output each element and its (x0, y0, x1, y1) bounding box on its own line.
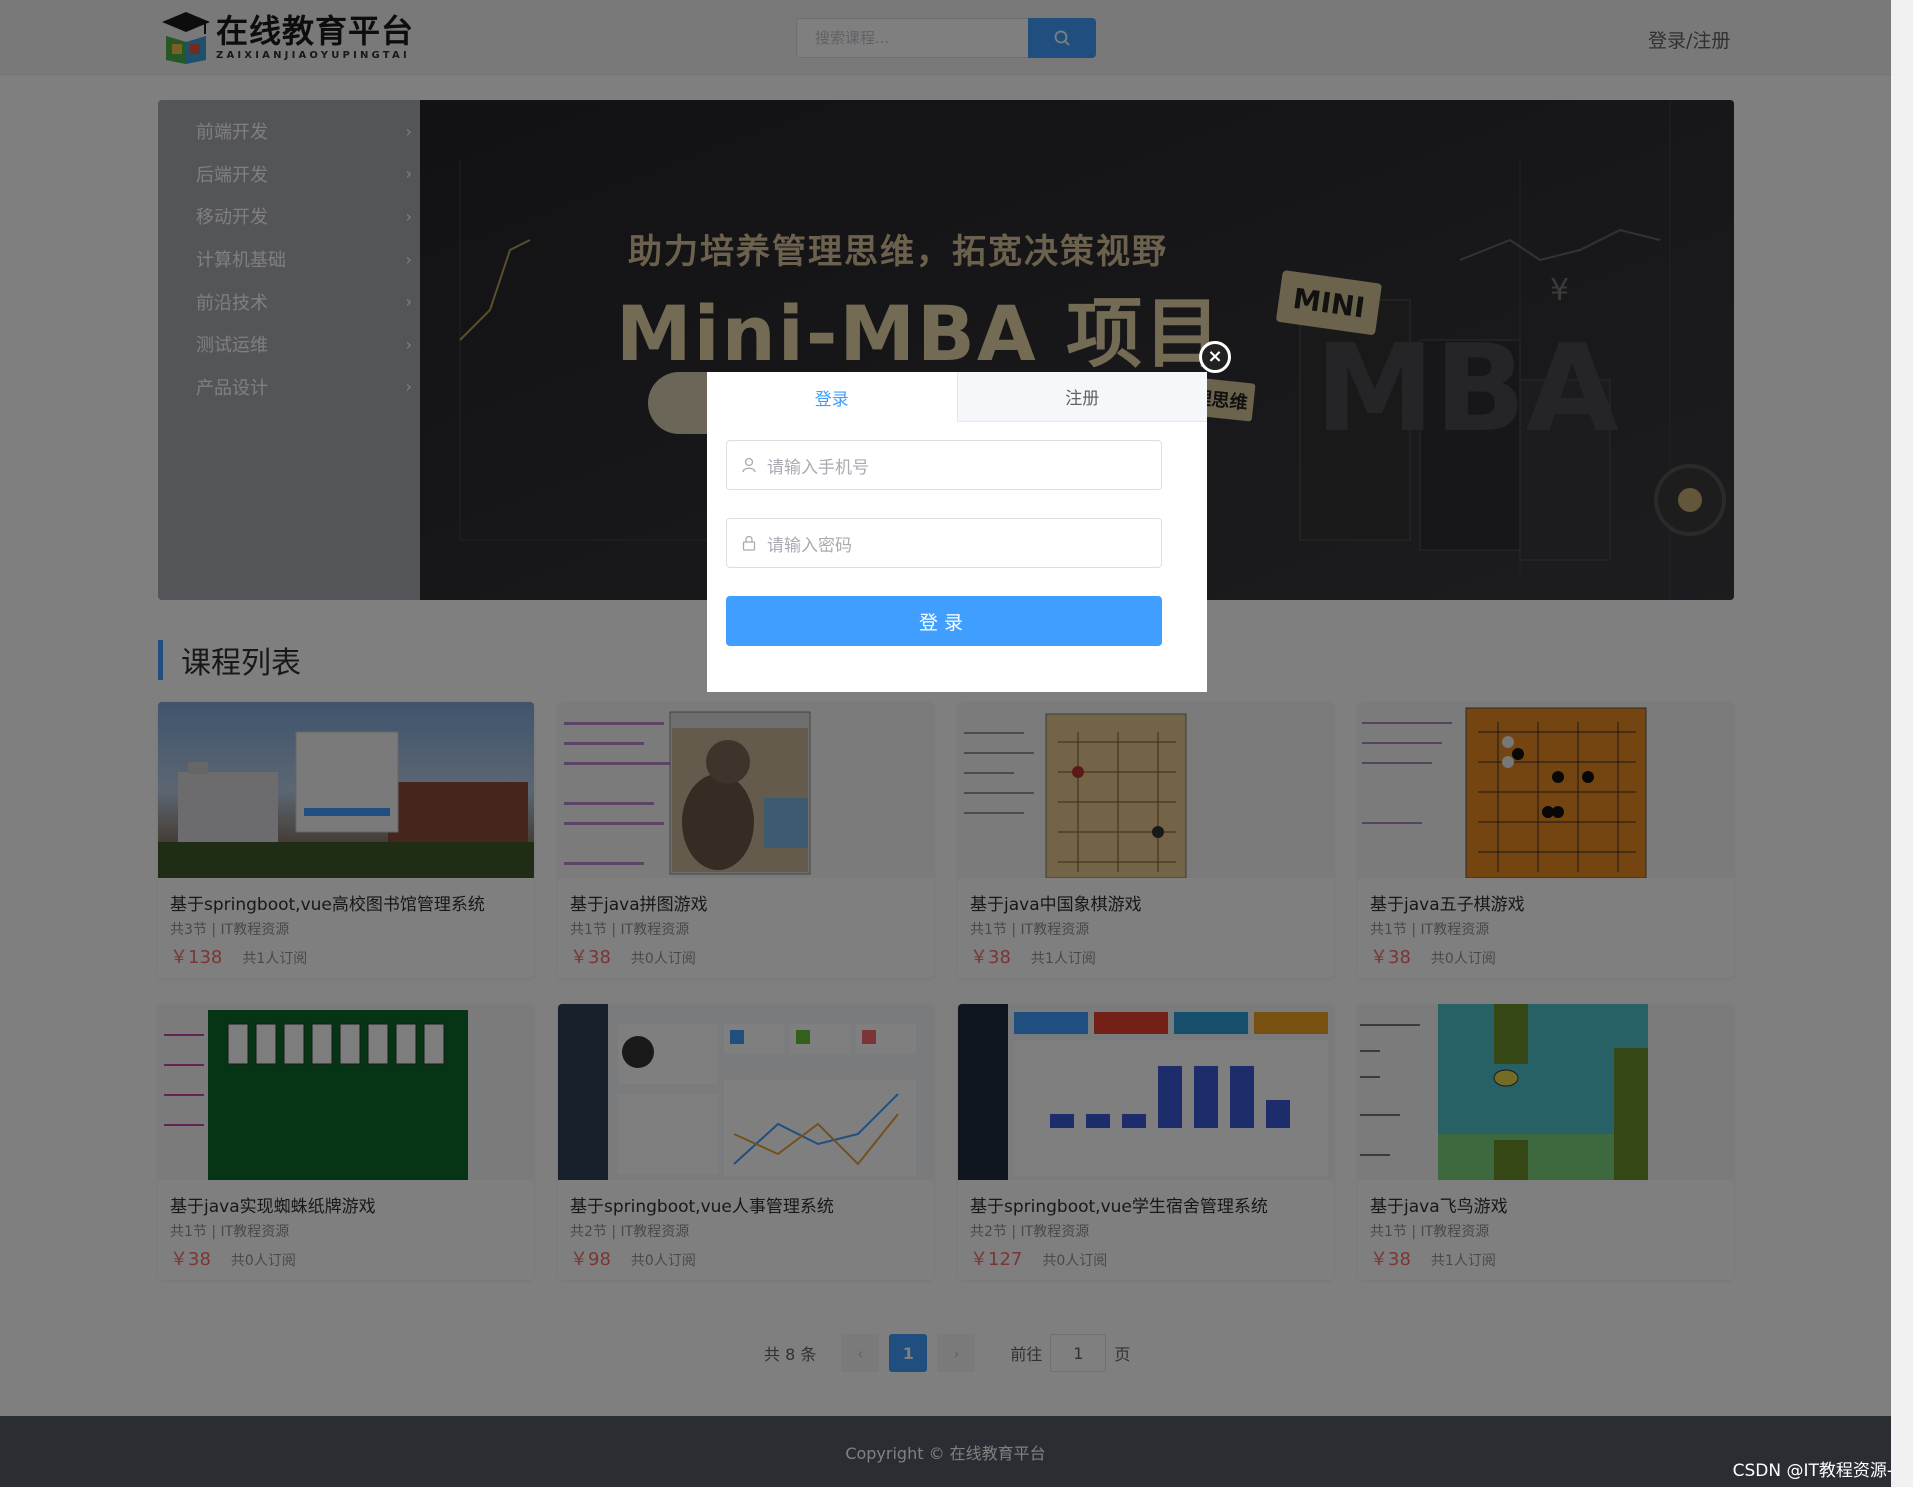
phone-placeholder: 请输入手机号 (767, 457, 869, 478)
close-icon[interactable]: × (1199, 341, 1231, 373)
tab-register[interactable]: 注册 (956, 372, 1207, 422)
watermark-text: CSDN @IT教程资源- (1732, 1461, 1893, 1481)
phone-field[interactable]: 请输入手机号 (726, 440, 1162, 490)
user-icon (742, 457, 756, 473)
page-scrollbar[interactable] (1891, 0, 1913, 1487)
login-submit-button[interactable]: 登录 (726, 596, 1162, 646)
password-field[interactable]: 请输入密码 (726, 518, 1162, 568)
modal-overlay[interactable] (0, 0, 1891, 1487)
login-modal: 登录 注册 请输入手机号 请输入密码 登录 (707, 372, 1207, 692)
lock-icon (742, 535, 756, 551)
modal-tabs: 登录 注册 (707, 372, 1207, 422)
password-placeholder: 请输入密码 (767, 535, 852, 556)
tab-login[interactable]: 登录 (707, 372, 957, 422)
